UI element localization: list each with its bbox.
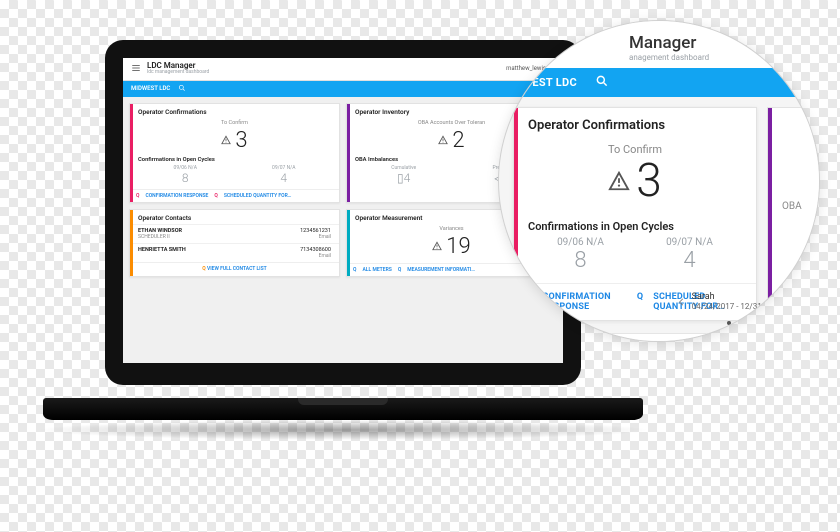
app-title-block: LDC Manager ldc management dashboard <box>147 62 209 76</box>
link-confirmation-response[interactable]: CONFIRMATION RESPONSE <box>145 193 208 199</box>
bar-chart-icon: ▯ <box>397 171 404 185</box>
app-screen: LDC Manager ldc management dashboard mat… <box>123 58 563 363</box>
cycle-col: 09/06 N/A 8 <box>174 165 197 185</box>
mag-card-inventory-sliver: OBA <box>767 107 820 321</box>
cycle-col: 09/07 N/A 4 <box>272 165 295 185</box>
link-confirmation-response[interactable]: CONFIRMATION RESPONSE <box>542 292 626 312</box>
warning-icon <box>221 135 231 145</box>
contact-phone: 7134308600 <box>300 247 331 253</box>
contact-name: HENRIETTA SMITH <box>138 247 186 253</box>
card-accent <box>768 108 772 320</box>
note-name: Sarah <box>692 292 783 302</box>
card-accent <box>347 104 350 202</box>
laptop-shadow <box>35 420 651 440</box>
cycle-pair: 09/06 N/A 8 09/07 N/A 4 <box>130 165 339 189</box>
warning-icon <box>608 170 630 192</box>
warning-icon <box>438 135 448 145</box>
link-view-full-contacts[interactable]: Q VIEW FULL CONTACT LIST <box>130 262 339 275</box>
cycle-label: 09/06 N/A <box>557 237 604 248</box>
card-accent <box>347 210 350 276</box>
section-label: Confirmations in Open Cycles <box>514 214 756 237</box>
org-name[interactable]: MIDWEST LDC <box>131 85 170 92</box>
card-title: Operator Contacts <box>130 210 339 224</box>
search-glyph-icon: Q <box>214 193 217 199</box>
search-glyph-icon: Q <box>398 267 401 273</box>
search-glyph-icon: Q <box>637 292 643 312</box>
contact-phone: 1234561231 <box>300 228 331 234</box>
view-all-label: VIEW FULL CONTACT LIST <box>207 266 267 272</box>
mag-toolbar: DWEST LDC <box>499 68 819 97</box>
org-toolbar: MIDWEST LDC <box>123 81 563 97</box>
metric-value-row: 3 <box>130 126 339 157</box>
search-glyph-icon: Q <box>353 267 356 273</box>
link-measurement-info[interactable]: MEASUREMENT INFORMATI… <box>407 267 475 273</box>
cycle-label: 09/07 N/A <box>666 237 713 248</box>
link-scheduled-quantity[interactable]: SCHEDULED QUANTITY FOR… <box>224 193 292 199</box>
imbalance-col: Cumulative ▯4 <box>391 165 416 185</box>
search-icon[interactable] <box>178 84 186 94</box>
oba-label: OBA <box>782 201 802 212</box>
contact-tag: Email <box>300 253 331 259</box>
metric-label: To Confirm <box>514 143 756 156</box>
contact-name: ETHAN WINDSOR <box>138 228 182 234</box>
laptop-mockup: LDC Manager ldc management dashboard mat… <box>105 40 581 480</box>
imbalance-value: 4 <box>404 171 411 185</box>
card-accent <box>130 210 133 276</box>
cycle-value: 4 <box>666 248 713 273</box>
magnifier-lens: Manager anagement dashboard DWEST LDC Op… <box>498 20 820 342</box>
metric-value: 2 <box>452 128 464 153</box>
dot[interactable] <box>751 321 755 325</box>
contact-row[interactable]: HENRIETTA SMITH 7134308600 Email <box>130 243 339 262</box>
contact-role: SCHEDULER II <box>138 234 182 240</box>
app-header: LDC Manager ldc management dashboard mat… <box>123 58 563 81</box>
cycle-label: 09/06 N/A <box>174 165 197 171</box>
card-operator-confirmations: Operator Confirmations To Confirm 3 Conf… <box>129 103 340 203</box>
cycle-label: 09/07 N/A <box>272 165 295 171</box>
section-label: Confirmations in Open Cycles <box>130 157 339 165</box>
warning-icon <box>432 241 442 251</box>
cycle-value: 4 <box>272 171 295 185</box>
search-icon[interactable] <box>595 74 609 91</box>
cycle-pair: 09/06 N/A 8 09/07 N/A 4 <box>514 237 756 283</box>
dot-active[interactable] <box>727 321 731 325</box>
card-accent <box>514 108 518 320</box>
card-title: Operator Confirmations <box>514 108 756 135</box>
dashboard-grid: Operator Confirmations To Confirm 3 Conf… <box>123 97 563 283</box>
app-subtitle: ldc management dashboard <box>147 70 209 75</box>
link-all-meters[interactable]: ALL METERS <box>362 267 391 273</box>
note-dates: 04/24/2017 - 12/31/9000 <box>692 302 783 311</box>
menu-icon[interactable] <box>131 63 141 75</box>
metric-value-row: 3 <box>514 156 756 214</box>
cycle-value: 8 <box>557 248 604 273</box>
contact-row[interactable]: ETHAN WINDSOR SCHEDULER II 1234561231 Em… <box>130 224 339 243</box>
mag-grid: Operator Confirmations To Confirm 3 Conf… <box>499 97 819 321</box>
card-accent <box>130 104 133 202</box>
search-glyph-icon: Q <box>136 193 139 199</box>
mag-footnote: Sarah 04/24/2017 - 12/31/9000 <box>678 292 783 311</box>
contact-tag: Email <box>300 234 331 240</box>
mag-card-confirmations: Operator Confirmations To Confirm 3 Conf… <box>513 107 757 321</box>
metric-value: 3 <box>636 158 662 204</box>
dot[interactable] <box>735 321 739 325</box>
carousel-dots[interactable] <box>727 321 755 325</box>
search-glyph-icon: Q <box>526 292 532 312</box>
chevron-left-icon[interactable] <box>678 298 686 306</box>
dot[interactable] <box>743 321 747 325</box>
cycle-value: 8 <box>174 171 197 185</box>
card-title: Operator Confirmations <box>130 104 339 118</box>
card-operator-contacts: Operator Contacts ETHAN WINDSOR SCHEDULE… <box>129 209 340 277</box>
laptop-base <box>43 398 643 420</box>
metric-value: 19 <box>446 234 470 259</box>
card-links: Q CONFIRMATION RESPONSE Q SCHEDULED QUAN… <box>130 189 339 202</box>
metric-value: 3 <box>235 128 247 153</box>
